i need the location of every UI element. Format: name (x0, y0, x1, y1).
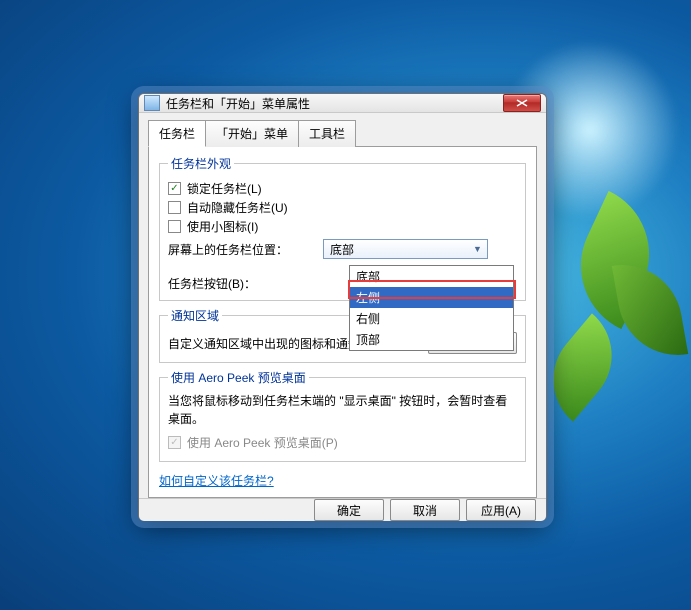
close-button[interactable] (503, 94, 541, 112)
aero-legend: 使用 Aero Peek 预览桌面 (168, 369, 309, 386)
window-title: 任务栏和「开始」菜单属性 (166, 95, 503, 112)
autohide-label: 自动隐藏任务栏(U) (187, 199, 288, 216)
position-option-top[interactable]: 顶部 (350, 329, 513, 350)
apply-button[interactable]: 应用(A) (466, 499, 536, 521)
notification-legend: 通知区域 (168, 307, 222, 324)
help-link[interactable]: 如何自定义该任务栏? (159, 472, 526, 489)
position-option-left[interactable]: 左侧 (350, 287, 513, 308)
aero-peek-label: 使用 Aero Peek 预览桌面(P) (187, 434, 338, 451)
autohide-checkbox[interactable] (168, 201, 181, 214)
notification-desc: 自定义通知区域中出现的图标和通知。 (168, 335, 372, 352)
lock-taskbar-checkbox[interactable] (168, 182, 181, 195)
tab-panel: 任务栏外观 锁定任务栏(L) 自动隐藏任务栏(U) 使用小图标(I) 屏幕上的任… (148, 146, 537, 498)
position-option-right[interactable]: 右侧 (350, 308, 513, 329)
aero-peek-group: 使用 Aero Peek 预览桌面 当您将鼠标移动到任务栏末端的 "显示桌面" … (159, 369, 526, 462)
tab-taskbar[interactable]: 任务栏 (148, 120, 206, 147)
tab-start-menu[interactable]: 「开始」菜单 (205, 120, 299, 147)
chevron-down-icon: ▼ (470, 242, 485, 257)
titlebar[interactable]: 任务栏和「开始」菜单属性 (139, 94, 546, 113)
dialog-footer: 确定 取消 应用(A) (139, 498, 546, 521)
ok-button[interactable]: 确定 (314, 499, 384, 521)
cancel-button[interactable]: 取消 (390, 499, 460, 521)
taskbar-properties-window: 任务栏和「开始」菜单属性 任务栏 「开始」菜单 工具栏 任务栏外观 锁定任务栏(… (138, 93, 547, 521)
window-icon (144, 95, 160, 111)
tab-toolbars[interactable]: 工具栏 (298, 120, 356, 147)
position-dropdown: 底部 左侧 右侧 顶部 (349, 265, 514, 351)
buttons-label: 任务栏按钮(B)： (168, 275, 323, 292)
small-icons-checkbox[interactable] (168, 220, 181, 233)
tab-strip: 任务栏 「开始」菜单 工具栏 (148, 119, 537, 146)
aero-peek-checkbox (168, 436, 181, 449)
lock-taskbar-label: 锁定任务栏(L) (187, 180, 262, 197)
appearance-legend: 任务栏外观 (168, 155, 234, 172)
taskbar-appearance-group: 任务栏外观 锁定任务栏(L) 自动隐藏任务栏(U) 使用小图标(I) 屏幕上的任… (159, 155, 526, 301)
position-option-bottom[interactable]: 底部 (350, 266, 513, 287)
position-label: 屏幕上的任务栏位置： (168, 241, 323, 258)
position-value: 底部 (330, 241, 354, 258)
small-icons-label: 使用小图标(I) (187, 218, 258, 235)
aero-desc: 当您将鼠标移动到任务栏末端的 "显示桌面" 按钮时，会暂时查看桌面。 (168, 392, 517, 428)
position-combobox[interactable]: 底部 ▼ (323, 239, 488, 259)
